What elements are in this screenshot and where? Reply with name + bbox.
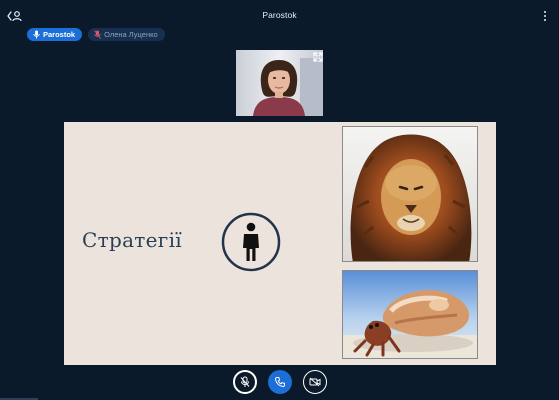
microphone-icon — [33, 30, 40, 39]
talker-olena[interactable]: Олена Луценко — [88, 28, 165, 41]
webcam-person-image — [236, 50, 323, 116]
more-options-button[interactable] — [539, 8, 551, 24]
presentation-slide: Стратегії — [64, 122, 496, 365]
muted-microphone-icon — [240, 376, 250, 387]
leave-audio-button[interactable] — [268, 370, 292, 394]
fullscreen-icon — [313, 52, 323, 62]
webcam-video[interactable] — [236, 50, 323, 116]
muted-microphone-icon — [94, 30, 101, 39]
webcam-off-icon — [309, 377, 321, 387]
meeting-title: Parostok — [262, 10, 297, 20]
talking-indicators: Parostok Олена Луценко — [27, 28, 165, 41]
fullscreen-button[interactable] — [313, 49, 323, 62]
mute-button[interactable] — [233, 370, 257, 394]
talker-parostok[interactable]: Parostok — [27, 28, 83, 41]
action-bar — [0, 370, 559, 396]
lion-photo — [342, 126, 478, 262]
slide-title: Стратегії — [82, 228, 182, 252]
person-icon — [221, 212, 281, 272]
phone-icon — [274, 377, 285, 388]
share-webcam-button[interactable] — [303, 370, 327, 394]
talker-name: Parostok — [43, 30, 76, 39]
talker-name: Олена Луценко — [104, 30, 158, 39]
more-options-icon — [544, 11, 546, 13]
hermit-crab-photo — [342, 270, 478, 359]
